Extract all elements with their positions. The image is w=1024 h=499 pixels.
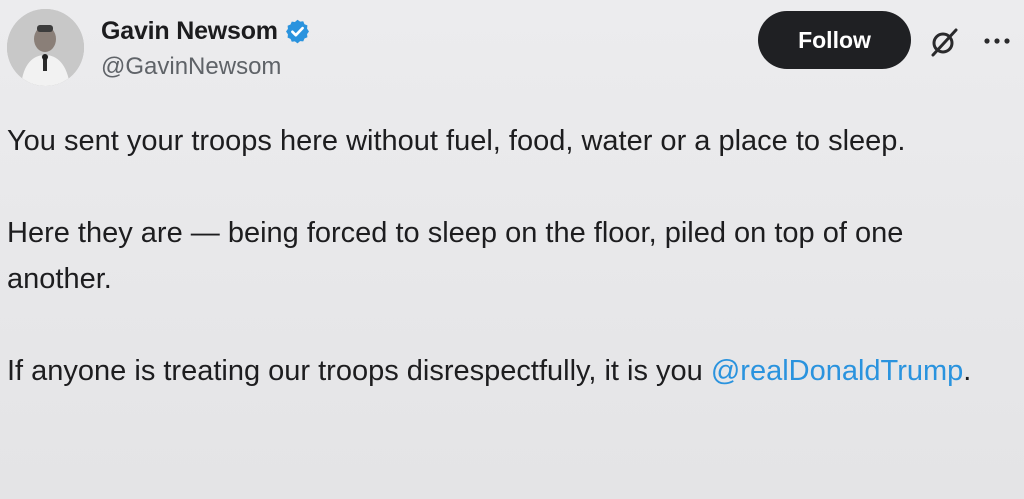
avatar[interactable] xyxy=(7,9,84,86)
tweet-header: Gavin Newsom @GavinNewsom Follow xyxy=(0,0,1024,105)
grok-slash-icon[interactable] xyxy=(928,26,960,58)
avatar-photo xyxy=(7,9,84,86)
author-name-row: Gavin Newsom xyxy=(101,14,311,48)
tweet-paragraph-1: You sent your troops here without fuel, … xyxy=(7,125,906,157)
tweet-paragraph-3-text: If anyone is treating our troops disresp… xyxy=(7,355,711,387)
tweet-paragraph-3-end: . xyxy=(963,355,972,387)
author-handle[interactable]: @GavinNewsom xyxy=(101,53,281,81)
tweet-paragraph-3: If anyone is treating our troops disresp… xyxy=(7,348,1012,394)
author-name[interactable]: Gavin Newsom xyxy=(101,17,278,46)
follow-button[interactable]: Follow xyxy=(758,11,911,69)
more-horizontal-icon[interactable] xyxy=(983,36,1011,46)
mention-link[interactable]: @realDonaldTrump xyxy=(711,355,963,387)
tweet-paragraph-2: Here they are — being forced to sleep on… xyxy=(7,217,904,295)
tweet-text: You sent your troops here without fuel, … xyxy=(7,118,1012,394)
verified-badge-icon xyxy=(285,19,309,43)
tweet-screenshot: Gavin Newsom @GavinNewsom Follow You sen… xyxy=(0,0,1024,499)
